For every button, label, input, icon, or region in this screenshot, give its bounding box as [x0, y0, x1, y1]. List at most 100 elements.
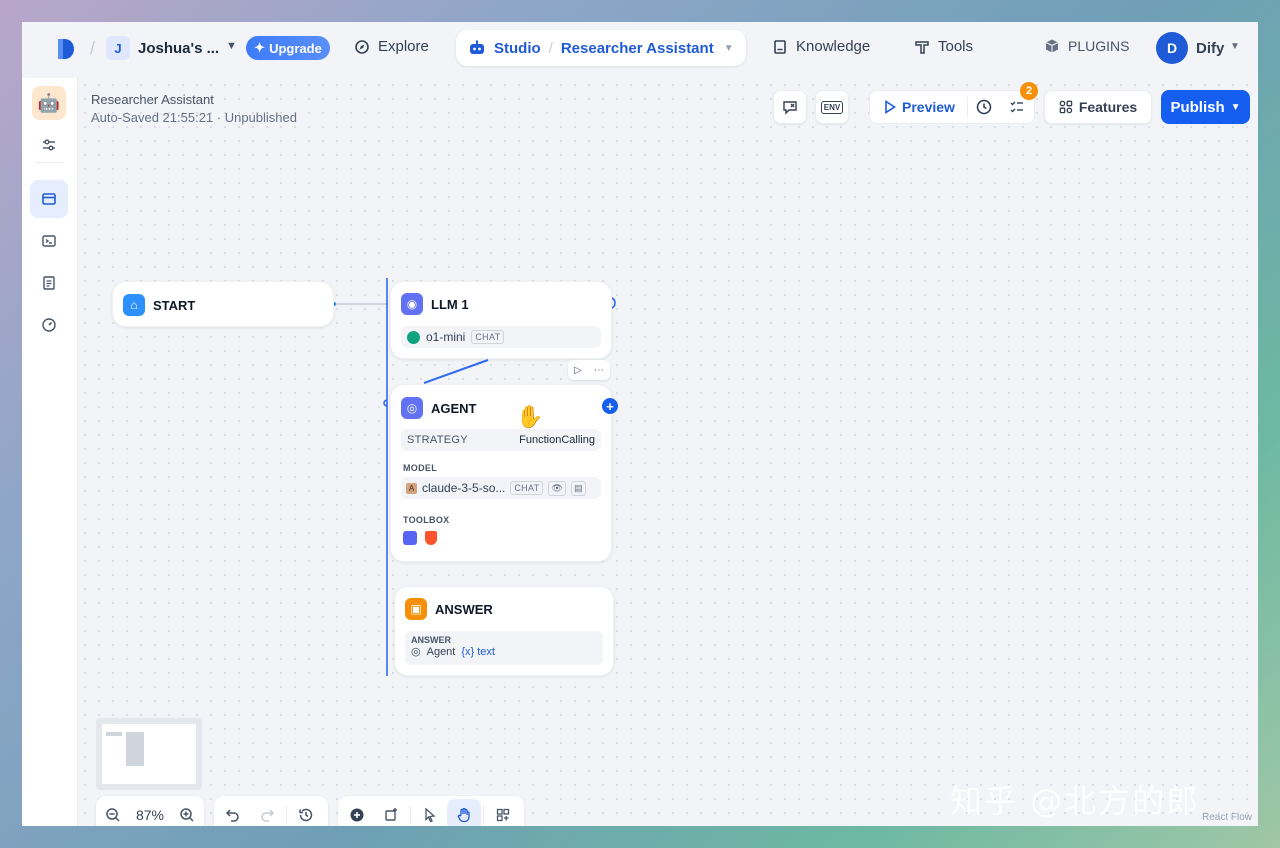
pointer-icon[interactable]	[413, 799, 447, 826]
features-icon	[1059, 100, 1073, 114]
more-icon[interactable]: ⋯	[594, 365, 604, 376]
eye-icon: 👁	[548, 480, 567, 496]
agent-small-icon: ◎	[411, 646, 421, 658]
agent-model-row: A claude-3-5-so... CHAT 👁 ▤	[401, 477, 601, 499]
sparkle-icon: ✦	[254, 40, 266, 55]
organize-blocks-icon[interactable]	[486, 799, 520, 826]
workflow-edges	[332, 278, 616, 676]
start-node-title: START	[153, 297, 196, 313]
nav-separator: /	[90, 38, 96, 58]
env-label: ENV	[820, 100, 844, 114]
divider	[286, 806, 287, 824]
features-button[interactable]: Features	[1044, 90, 1152, 124]
history-icon[interactable]	[289, 799, 323, 826]
document-icon	[43, 276, 55, 290]
add-block-icon[interactable]	[340, 799, 374, 826]
toolbox-icons	[403, 531, 437, 545]
add-note-icon[interactable]	[374, 799, 408, 826]
publish-label: Publish	[1170, 98, 1225, 116]
workspace-avatar[interactable]: J	[106, 36, 130, 60]
nav-knowledge[interactable]: Knowledge	[772, 38, 870, 55]
env-button[interactable]: ENV	[815, 90, 849, 124]
openai-icon	[407, 330, 420, 344]
strategy-label: STRATEGY	[407, 434, 468, 446]
nav-tools[interactable]: Tools	[914, 38, 973, 55]
checklist-button[interactable]	[1001, 99, 1034, 115]
minimap-viewport	[102, 724, 196, 784]
user-name[interactable]: Dify	[1196, 40, 1224, 57]
nav-plugins-label: PLUGINS	[1068, 38, 1130, 54]
studio-breadcrumb[interactable]: Studio / Researcher Assistant ▼	[456, 30, 746, 66]
answer-output-box: ANSWER ◎ Agent {x} text	[405, 631, 603, 665]
redo-icon[interactable]	[250, 799, 284, 826]
sidebar-item-api[interactable]	[30, 222, 68, 260]
zoom-out-icon[interactable]	[96, 799, 130, 826]
brave-icon	[425, 531, 437, 545]
sidebar-item-monitoring[interactable]	[30, 306, 68, 344]
answer-node[interactable]: ▣ ANSWER ANSWER ◎ Agent {x} text	[394, 586, 614, 676]
llm-node[interactable]: ◉ LLM 1 o1-mini CHAT	[390, 281, 612, 359]
agent-strategy-row: STRATEGY FunctionCalling	[401, 429, 601, 451]
upgrade-button[interactable]: ✦ Upgrade	[246, 36, 330, 60]
preview-group: Preview	[869, 90, 1035, 124]
chevron-down-icon: ▼	[1230, 101, 1241, 113]
zoom-level[interactable]: 87%	[130, 807, 170, 823]
chevron-down-icon[interactable]: ▼	[226, 40, 237, 52]
undo-icon[interactable]	[216, 799, 250, 826]
sidebar-item-orchestrate[interactable]	[30, 180, 68, 218]
publish-button[interactable]: Publish ▼	[1161, 90, 1250, 124]
book-icon	[774, 39, 786, 54]
message-x-icon	[783, 101, 797, 115]
play-icon	[885, 100, 896, 114]
play-icon[interactable]: ▷	[574, 365, 582, 376]
edge-llm-agent	[423, 359, 489, 384]
add-node-icon[interactable]: +	[602, 398, 618, 414]
workflow-canvas[interactable]: Researcher Assistant Auto-Saved 21:55:21…	[78, 78, 1258, 826]
chevron-down-icon[interactable]: ▼	[1230, 41, 1240, 52]
start-node[interactable]: ⌂ START	[112, 281, 334, 327]
home-icon: ⌂	[123, 294, 145, 316]
features-label: Features	[1078, 99, 1138, 115]
run-history-button[interactable]	[773, 90, 807, 124]
nav-explore[interactable]: Explore	[354, 38, 429, 55]
answer-node-title: ANSWER	[435, 601, 493, 617]
app-name-breadcrumb[interactable]: Researcher Assistant	[561, 40, 714, 57]
settings-sliders-icon[interactable]	[30, 126, 68, 164]
preview-button[interactable]: Preview	[870, 97, 968, 117]
zoom-in-icon[interactable]	[170, 799, 204, 826]
history-controls	[214, 796, 328, 826]
llm-model-row: o1-mini CHAT	[401, 326, 601, 348]
dify-logo-icon[interactable]	[56, 37, 76, 61]
canvas-tools	[338, 796, 524, 826]
agent-icon: ◎	[401, 397, 423, 419]
app-avatar-icon[interactable]: 🤖	[32, 86, 66, 120]
terminal-icon	[42, 235, 56, 247]
left-sidebar: 🤖	[22, 78, 78, 826]
workspace-name[interactable]: Joshua's ...	[138, 40, 219, 57]
llm-node-title: LLM 1	[431, 296, 469, 312]
canvas-app-title: Researcher Assistant	[91, 92, 214, 107]
window-icon	[42, 193, 56, 205]
nav-plugins[interactable]: PLUGINS	[1044, 38, 1129, 54]
hand-icon[interactable]	[447, 799, 481, 826]
upgrade-label: Upgrade	[269, 40, 322, 56]
variable-icon: {x}	[461, 645, 475, 658]
agent-node-title: AGENT	[431, 400, 477, 416]
model-label: MODEL	[403, 463, 437, 473]
studio-label[interactable]: Studio	[494, 40, 541, 57]
checklist-icon	[1010, 101, 1024, 113]
chevron-down-icon[interactable]: ▼	[724, 43, 734, 54]
answer-source: Agent	[426, 645, 456, 658]
watermark-text: 知乎 @北方的郎	[950, 782, 1201, 820]
top-navigation: / J Joshua's ... ▼ ✦ Upgrade Explore Stu…	[22, 22, 1258, 78]
react-flow-attribution[interactable]: React Flow	[1202, 812, 1252, 823]
minimap[interactable]	[96, 718, 202, 790]
strategy-value: FunctionCalling	[519, 434, 595, 446]
discord-icon	[403, 531, 417, 545]
answer-variable-name: text	[477, 645, 495, 658]
user-avatar[interactable]: D	[1156, 32, 1188, 64]
version-history-button[interactable]	[968, 98, 1001, 116]
sidebar-item-logs[interactable]	[30, 264, 68, 302]
robot-icon	[470, 40, 484, 54]
agent-node[interactable]: ◎ AGENT STRATEGY FunctionCalling MODEL A…	[390, 384, 612, 562]
